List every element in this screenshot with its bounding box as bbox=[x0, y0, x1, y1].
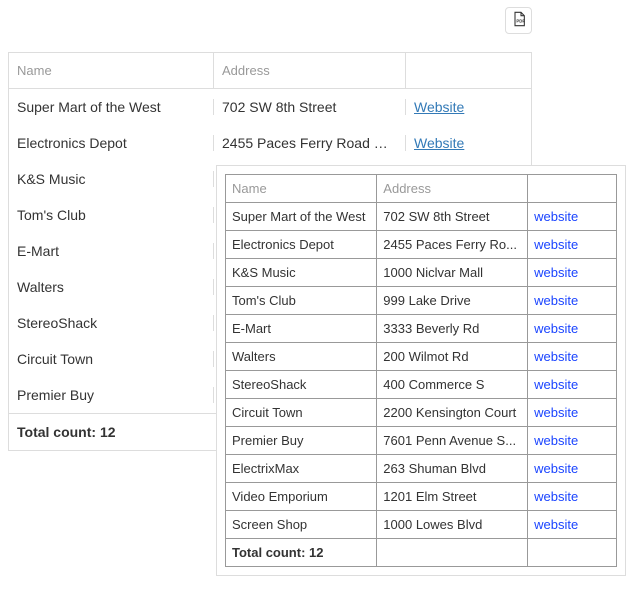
table-row: K&S Music1000 Niclvar Mall website bbox=[226, 259, 617, 287]
table-row: Super Mart of the West702 SW 8th Street w… bbox=[226, 203, 617, 231]
table-row: Premier Buy7601 Penn Avenue S... website bbox=[226, 427, 617, 455]
website-link[interactable]: website bbox=[534, 349, 578, 364]
cell-name: StereoShack bbox=[226, 371, 377, 399]
table-row: ElectrixMax263 Shuman Blvd website bbox=[226, 455, 617, 483]
website-link[interactable]: Website bbox=[414, 135, 464, 151]
summary-prefix: Total count: bbox=[17, 424, 100, 440]
cell-name: Electronics Depot bbox=[9, 135, 214, 151]
cell-address: 702 SW 8th Street bbox=[377, 203, 528, 231]
website-link[interactable]: website bbox=[534, 433, 578, 448]
cell-address: 1201 Elm Street bbox=[377, 483, 528, 511]
cell-link: website bbox=[528, 371, 617, 399]
cell-address: 3333 Beverly Rd bbox=[377, 315, 528, 343]
grid-summary: Total count: 12 bbox=[226, 539, 377, 567]
table-row: Super Mart of the West702 SW 8th Street W… bbox=[9, 89, 531, 125]
table-row: StereoShack400 Commerce S website bbox=[226, 371, 617, 399]
cell-name: K&S Music bbox=[226, 259, 377, 287]
table-row: Electronics Depot2455 Paces Ferry Road N… bbox=[9, 125, 531, 161]
table-row: Tom's Club999 Lake Drive website bbox=[226, 287, 617, 315]
cell-address: 702 SW 8th Street bbox=[214, 99, 406, 115]
website-link[interactable]: website bbox=[534, 293, 578, 308]
column-header-link[interactable] bbox=[406, 53, 531, 88]
cell-link: website bbox=[528, 427, 617, 455]
grid-header-row: Name Address bbox=[226, 175, 617, 203]
pdf-icon: PDF bbox=[511, 11, 527, 30]
cell-name: Walters bbox=[9, 279, 214, 295]
cell-link: website bbox=[528, 511, 617, 539]
cell-name: Walters bbox=[226, 343, 377, 371]
table-row: Screen Shop1000 Lowes Blvd website bbox=[226, 511, 617, 539]
summary-prefix: Total count: bbox=[232, 545, 309, 560]
website-link[interactable]: website bbox=[534, 405, 578, 420]
cell-link: website bbox=[528, 343, 617, 371]
website-link[interactable]: website bbox=[534, 237, 578, 252]
website-link[interactable]: website bbox=[534, 377, 578, 392]
cell-address: 2455 Paces Ferry Ro... bbox=[377, 231, 528, 259]
website-link[interactable]: website bbox=[534, 321, 578, 336]
column-header-name[interactable]: Name bbox=[9, 53, 214, 88]
column-header-address[interactable]: Address bbox=[377, 175, 528, 203]
table-row: Circuit Town2200 Kensington Court website bbox=[226, 399, 617, 427]
column-header-name[interactable]: Name bbox=[226, 175, 377, 203]
summary-count: 12 bbox=[309, 545, 323, 560]
website-link[interactable]: website bbox=[534, 265, 578, 280]
cell-name: StereoShack bbox=[9, 315, 214, 331]
summary-count: 12 bbox=[100, 424, 116, 440]
cell-address: 263 Shuman Blvd bbox=[377, 455, 528, 483]
website-link[interactable]: Website bbox=[414, 99, 464, 115]
cell-address: 7601 Penn Avenue S... bbox=[377, 427, 528, 455]
cell-address: 400 Commerce S bbox=[377, 371, 528, 399]
table-row: Electronics Depot2455 Paces Ferry Ro... w… bbox=[226, 231, 617, 259]
grid-summary-row: Total count: 12 bbox=[226, 539, 617, 567]
cell-name: Circuit Town bbox=[9, 351, 214, 367]
cell-link: Website bbox=[406, 135, 531, 151]
website-link[interactable]: website bbox=[534, 209, 578, 224]
website-link[interactable]: website bbox=[534, 517, 578, 532]
cell-name: Circuit Town bbox=[226, 399, 377, 427]
cell-name: Tom's Club bbox=[9, 207, 214, 223]
cell-name: Premier Buy bbox=[9, 387, 214, 403]
cell-address: 999 Lake Drive bbox=[377, 287, 528, 315]
cell-address: 200 Wilmot Rd bbox=[377, 343, 528, 371]
cell-address: 1000 Lowes Blvd bbox=[377, 511, 528, 539]
cell-link: website bbox=[528, 259, 617, 287]
cell-name: E-Mart bbox=[226, 315, 377, 343]
export-pdf-button[interactable]: PDF bbox=[505, 7, 532, 34]
cell-address: 2200 Kensington Court bbox=[377, 399, 528, 427]
column-header-address[interactable]: Address bbox=[214, 53, 406, 88]
cell-name: Electronics Depot bbox=[226, 231, 377, 259]
cell-link: website bbox=[528, 483, 617, 511]
cell-link: website bbox=[528, 287, 617, 315]
table-row: Walters200 Wilmot Rd website bbox=[226, 343, 617, 371]
cell-name: Video Emporium bbox=[226, 483, 377, 511]
cell-link: Website bbox=[406, 99, 531, 115]
cell-link: website bbox=[528, 399, 617, 427]
cell-link: website bbox=[528, 203, 617, 231]
cell-name: Screen Shop bbox=[226, 511, 377, 539]
website-link[interactable]: website bbox=[534, 461, 578, 476]
cell-name: Premier Buy bbox=[226, 427, 377, 455]
svg-text:PDF: PDF bbox=[516, 18, 525, 23]
cell-name: E-Mart bbox=[9, 243, 214, 259]
table-row: Video Emporium1201 Elm Street website bbox=[226, 483, 617, 511]
grid-table: Name Address Super Mart of the West702 S… bbox=[225, 174, 617, 567]
cell-link: website bbox=[528, 231, 617, 259]
cell-name: Super Mart of the West bbox=[9, 99, 214, 115]
grid-header: Name Address bbox=[9, 53, 531, 89]
cell-link: website bbox=[528, 315, 617, 343]
cell-name: Super Mart of the West bbox=[226, 203, 377, 231]
cell-name: K&S Music bbox=[9, 171, 214, 187]
cell-address: 2455 Paces Ferry Road NW bbox=[214, 135, 406, 151]
website-link[interactable]: website bbox=[534, 489, 578, 504]
cell-name: ElectrixMax bbox=[226, 455, 377, 483]
cell-address: 1000 Niclvar Mall bbox=[377, 259, 528, 287]
table-row: E-Mart3333 Beverly Rd website bbox=[226, 315, 617, 343]
column-header-link[interactable] bbox=[528, 175, 617, 203]
cell-link: website bbox=[528, 455, 617, 483]
data-grid-front: Name Address Super Mart of the West702 S… bbox=[216, 165, 626, 576]
cell-name: Tom's Club bbox=[226, 287, 377, 315]
